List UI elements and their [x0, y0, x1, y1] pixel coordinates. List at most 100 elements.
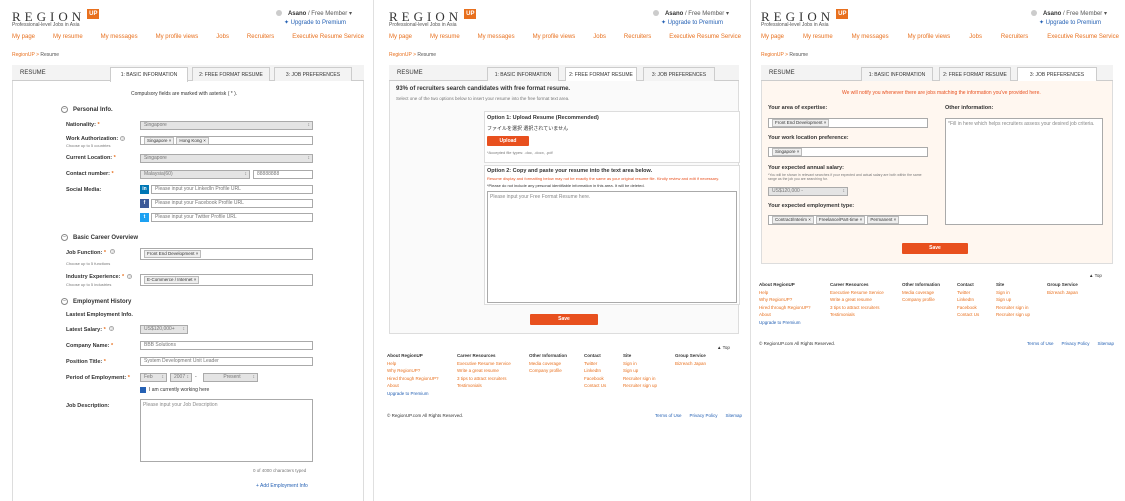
nav-my-resume[interactable]: My resume	[53, 34, 83, 44]
footer-link[interactable]: Facebook	[584, 375, 606, 383]
tab-basic-information[interactable]: 1: BASIC INFORMATION	[110, 67, 188, 82]
top-link[interactable]: ▲ Top	[1089, 273, 1102, 278]
nav-recruiters[interactable]: Recruiters	[624, 34, 651, 44]
footer-link[interactable]: LinkedIn	[957, 296, 979, 304]
footer-link[interactable]: Media coverage	[529, 360, 567, 368]
nav-my-resume[interactable]: My resume	[430, 34, 460, 44]
nav-jobs[interactable]: Jobs	[969, 34, 982, 44]
help-icon[interactable]: ?	[110, 249, 115, 254]
footer-link[interactable]: About	[387, 382, 439, 390]
facebook-input[interactable]: Please input your Facebook Profile URL	[151, 199, 313, 208]
footer-link[interactable]: Why RegionUP?	[387, 367, 439, 375]
nav-profile-views[interactable]: My profile views	[533, 34, 576, 44]
footer-link[interactable]: Recruiter sign up	[996, 311, 1030, 319]
contact-code-select[interactable]: Malaysia(60)	[140, 170, 250, 179]
footer-link[interactable]: LinkedIn	[584, 367, 606, 375]
footer-link[interactable]: Hired through RegionUP?	[387, 375, 439, 383]
linkedin-input[interactable]: Please input your LinkedIn Profile URL	[151, 185, 313, 194]
footer-upgrade-link[interactable]: Upgrade to Premium	[759, 319, 811, 327]
help-icon[interactable]: ?	[127, 274, 132, 279]
nav-jobs[interactable]: Jobs	[216, 34, 229, 44]
nav-profile-views[interactable]: My profile views	[156, 34, 199, 44]
nav-my-page[interactable]: My page	[761, 34, 784, 44]
footer-link[interactable]: Sign in	[623, 360, 657, 368]
save-button[interactable]: Save	[530, 314, 598, 325]
currently-working-checkbox[interactable]	[140, 387, 146, 393]
job-desc-textarea[interactable]: Please input your Job Description	[140, 399, 313, 462]
nav-my-messages[interactable]: My messages	[852, 34, 889, 44]
other-info-textarea[interactable]: *Fill in here which helps recruiters ass…	[945, 118, 1103, 225]
user-menu[interactable]: Asano / Free Member ▾	[652, 10, 729, 17]
nav-my-messages[interactable]: My messages	[478, 34, 515, 44]
footer-link[interactable]: Contact Us	[957, 311, 979, 319]
footer-link[interactable]: Hired through RegionUP?	[759, 304, 811, 312]
footer-link[interactable]: About	[759, 311, 811, 319]
footer-link[interactable]: Help	[759, 289, 811, 297]
work-location-input[interactable]: Singapore ×	[768, 147, 928, 157]
nav-profile-views[interactable]: My profile views	[908, 34, 951, 44]
footer-upgrade-link[interactable]: Upgrade to Premium	[387, 390, 439, 398]
footer-link[interactable]: Bizreach Japan	[1047, 289, 1078, 297]
breadcrumb-home[interactable]: RegionUP	[12, 52, 35, 58]
footer-link[interactable]: Sign up	[996, 296, 1030, 304]
nav-recruiters[interactable]: Recruiters	[247, 34, 274, 44]
tab-job-preferences[interactable]: 3: JOB PREFERENCES	[274, 67, 352, 81]
terms-link[interactable]: Terms of Use	[655, 413, 682, 418]
terms-link[interactable]: Terms of Use	[1027, 341, 1054, 346]
upgrade-premium-link[interactable]: ✦ Upgrade to Premium	[284, 19, 346, 26]
twitter-input[interactable]: Please input your Twitter Profile URL	[151, 213, 313, 222]
top-link[interactable]: ▲ Top	[717, 345, 730, 350]
nav-jobs[interactable]: Jobs	[593, 34, 606, 44]
upgrade-premium-link[interactable]: ✦ Upgrade to Premium	[661, 19, 723, 26]
nav-executive-resume[interactable]: Executive Resume Service	[1047, 34, 1119, 44]
user-menu[interactable]: Asano / Free Member ▾	[275, 10, 352, 17]
nav-my-page[interactable]: My page	[389, 34, 412, 44]
footer-link[interactable]: Facebook	[957, 304, 979, 312]
footer-link[interactable]: Contact Us	[584, 382, 606, 390]
collapse-icon[interactable]: –	[61, 234, 68, 241]
nav-my-messages[interactable]: My messages	[101, 34, 138, 44]
footer-link[interactable]: Recruiter sign in	[996, 304, 1030, 312]
breadcrumb-home[interactable]: RegionUP	[389, 52, 412, 58]
industry-input[interactable]: E-Commerce / Internet ×	[140, 274, 313, 286]
expertise-input[interactable]: Front End Development ×	[768, 118, 928, 128]
help-icon[interactable]: ?	[120, 136, 125, 141]
footer-link[interactable]: Company profile	[529, 367, 567, 375]
salary-select[interactable]: US$120,000+	[140, 325, 188, 334]
footer-link[interactable]: Recruiter sign up	[623, 382, 657, 390]
contact-number-input[interactable]: 88888888	[253, 170, 313, 179]
footer-link[interactable]: Write a great resume	[457, 367, 511, 375]
tab-job-preferences[interactable]: 3: JOB PREFERENCES	[643, 67, 715, 81]
footer-link[interactable]: Testimonials	[830, 311, 884, 319]
nationality-select[interactable]: Singapore	[140, 121, 313, 130]
breadcrumb-home[interactable]: RegionUP	[761, 52, 784, 58]
tab-basic-information[interactable]: 1: BASIC INFORMATION	[487, 67, 559, 81]
file-chooser[interactable]: ファイルを選択 選択されていません	[487, 125, 568, 132]
position-input[interactable]: System Development Unit Leader	[140, 357, 313, 366]
help-icon[interactable]: ?	[109, 326, 114, 331]
footer-link[interactable]: Help	[387, 360, 439, 368]
nav-my-page[interactable]: My page	[12, 34, 35, 44]
work-auth-tags-input[interactable]: Singapore × Hong Kong ×	[140, 136, 313, 145]
privacy-link[interactable]: Privacy Policy	[690, 413, 718, 418]
sitemap-link[interactable]: Sitemap	[1098, 341, 1115, 346]
nav-my-resume[interactable]: My resume	[803, 34, 833, 44]
tab-basic-information[interactable]: 1: BASIC INFORMATION	[861, 67, 933, 81]
employment-type-input[interactable]: Contract/Interim × Freelance/Part-time × P…	[768, 215, 928, 225]
footer-link[interactable]: Why RegionUP?	[759, 296, 811, 304]
footer-link[interactable]: Twitter	[584, 360, 606, 368]
tab-free-format[interactable]: 2: FREE FORMAT RESUME	[565, 67, 637, 82]
period-month-select[interactable]: Feb	[140, 373, 167, 382]
collapse-icon[interactable]: –	[61, 106, 68, 113]
footer-link[interactable]: Media coverage	[902, 289, 940, 297]
company-input[interactable]: BBB Solutions	[140, 341, 313, 350]
period-year-select[interactable]: 2007	[170, 373, 192, 382]
job-function-input[interactable]: Front End Development ×	[140, 248, 313, 260]
upgrade-premium-link[interactable]: ✦ Upgrade to Premium	[1039, 19, 1101, 26]
tab-job-preferences[interactable]: 3: JOB PREFERENCES	[1017, 67, 1097, 82]
footer-link[interactable]: 3 tips to attract recruiters	[830, 304, 884, 312]
footer-link[interactable]: Sign in	[996, 289, 1030, 297]
footer-link[interactable]: Write a great resume	[830, 296, 884, 304]
user-menu[interactable]: Asano / Free Member ▾	[1030, 10, 1107, 17]
footer-link[interactable]: Twitter	[957, 289, 979, 297]
